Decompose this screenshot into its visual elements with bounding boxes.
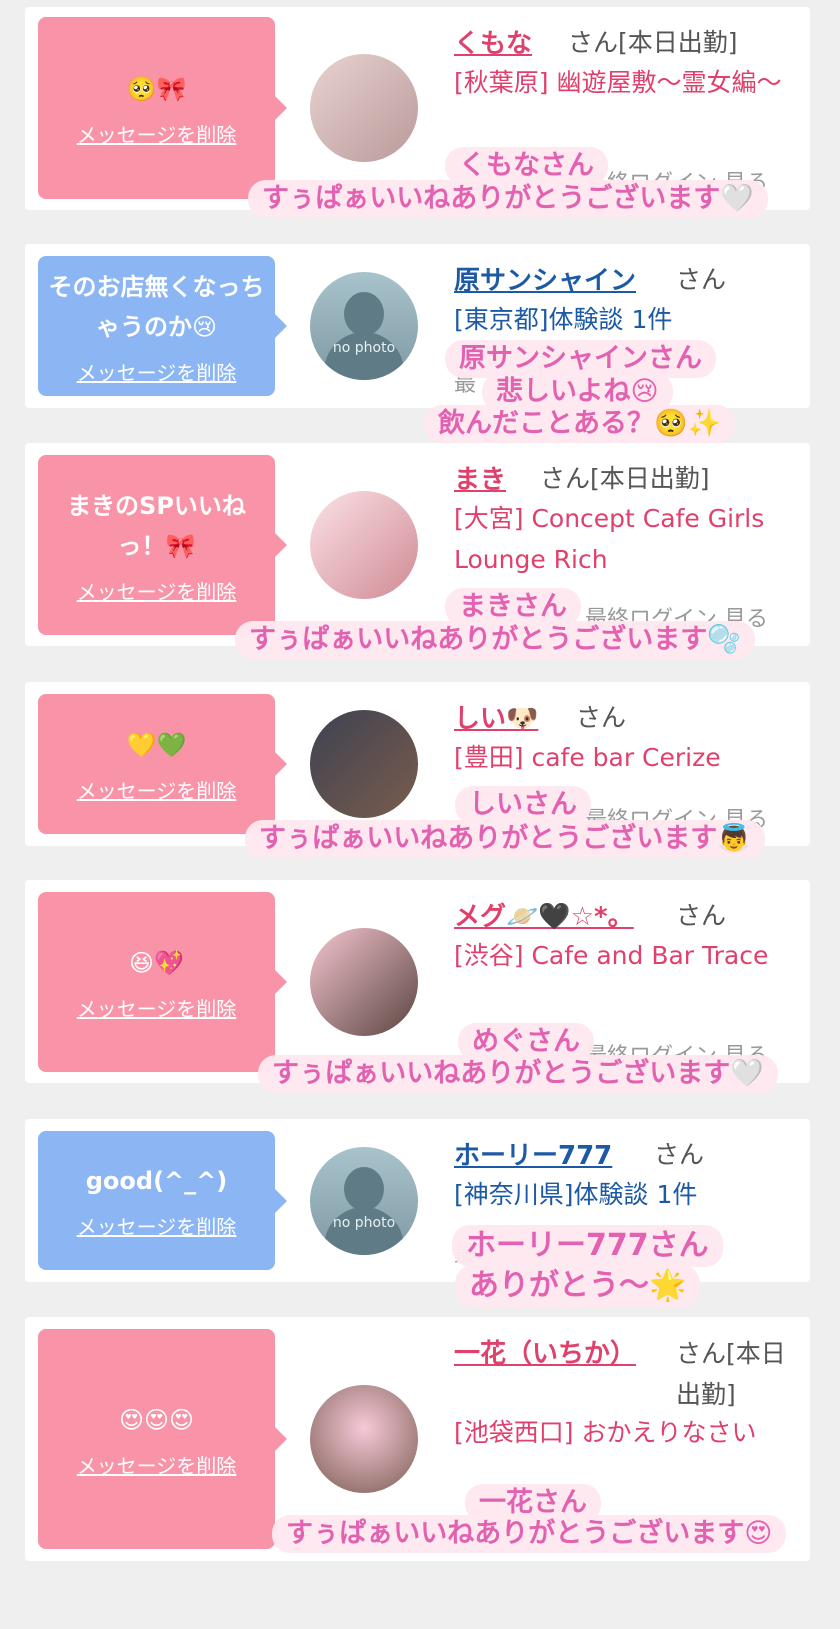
caption-line: すぅぱぁいいねありがとうございます🫧	[235, 621, 755, 659]
shop-info: [渋谷] Cafe and Bar Trace	[454, 941, 769, 970]
message-text: そのお店無くなっちゃうのか😢	[48, 272, 265, 341]
user-name-link[interactable]: メグ🪐🖤☆*。	[454, 896, 634, 933]
message-text: good(^_^)	[85, 1167, 228, 1195]
message-bubble: 😍😍😍 メッセージを削除	[38, 1329, 287, 1549]
shop-info: [東京都]体験談 1件	[454, 305, 673, 334]
no-photo-label: no photo	[332, 340, 396, 356]
delete-message-link[interactable]: メッセージを削除	[77, 993, 237, 1022]
avatar[interactable]	[310, 1385, 418, 1493]
avatar[interactable]	[310, 928, 418, 1036]
user-name-link[interactable]: しい🐶	[454, 698, 538, 735]
message-bubble: 💛💚 メッセージを削除	[38, 694, 287, 834]
user-suffix: さん[本日出勤]	[540, 464, 710, 493]
caption-line: ホーリー777さん	[452, 1225, 723, 1267]
delete-message-link[interactable]: メッセージを削除	[77, 775, 237, 804]
user-name-link[interactable]: 原サンシャイン	[454, 260, 636, 297]
user-name-link[interactable]: 一花（いちか）	[454, 1333, 636, 1370]
delete-message-link[interactable]: メッセージを削除	[77, 576, 237, 605]
avatar[interactable]: no photo	[310, 1147, 418, 1255]
message-bubble: そのお店無くなっちゃうのか😢 メッセージを削除	[38, 256, 287, 396]
user-name-link[interactable]: ホーリー777	[454, 1135, 612, 1172]
message-text: 💛💚	[126, 730, 187, 759]
user-suffix: さん	[676, 265, 727, 294]
placeholder-head	[344, 292, 384, 336]
message-text: まきのSPいいねっ！🎀	[67, 491, 246, 560]
avatar[interactable]	[310, 54, 418, 162]
message-bubble: good(^_^) メッセージを削除	[38, 1131, 287, 1270]
avatar[interactable]	[310, 710, 418, 818]
message-bubble: 😆💖 メッセージを削除	[38, 892, 287, 1072]
user-name-link[interactable]: くもな	[454, 23, 532, 60]
delete-message-link[interactable]: メッセージを削除	[77, 357, 237, 386]
user-suffix: さん	[654, 1140, 705, 1169]
caption-line: すぅぱぁいいねありがとうございます🤍	[248, 180, 768, 218]
caption-line: すぅぱぁいいねありがとうございます🤍	[258, 1055, 778, 1093]
message-text: 🥺🎀	[126, 74, 187, 103]
avatar[interactable]: no photo	[310, 272, 418, 380]
caption-line: 飲んだことある？🥺✨	[424, 405, 736, 443]
user-suffix: さん[本日出勤]	[676, 1339, 786, 1409]
user-suffix: さん	[576, 703, 627, 732]
shop-info: [大宮] Concept Cafe Girls Lounge Rich	[454, 504, 765, 574]
delete-message-link[interactable]: メッセージを削除	[77, 119, 237, 148]
shop-info: [池袋西口] おかえりなさい	[454, 1418, 757, 1447]
message-card: 😆💖 メッセージを削除 メグ🪐🖤☆*。 さん [渋谷] Cafe and Bar…	[25, 880, 810, 1083]
delete-message-link[interactable]: メッセージを削除	[77, 1450, 237, 1479]
message-text: 😆💖	[129, 948, 184, 977]
message-bubble: まきのSPいいねっ！🎀 メッセージを削除	[38, 455, 287, 635]
user-suffix: さん[本日出勤]	[568, 28, 738, 57]
shop-info: [秋葉原] 幽遊屋敷〜霊女編〜	[454, 68, 782, 97]
caption-line: すぅぱぁいいねありがとうございます😍	[272, 1515, 787, 1553]
message-card: そのお店無くなっちゃうのか😢 メッセージを削除 no photo 原サンシャイン…	[25, 244, 810, 408]
message-card: まきのSPいいねっ！🎀 メッセージを削除 まき さん[本日出勤] [大宮] Co…	[25, 443, 810, 646]
placeholder-head	[344, 1167, 384, 1211]
user-name-link[interactable]: まき	[454, 459, 506, 496]
caption-line: すぅぱぁいいねありがとうございます👼	[245, 820, 765, 858]
avatar[interactable]	[310, 491, 418, 599]
message-bubble: 🥺🎀 メッセージを削除	[38, 17, 287, 199]
shop-info: [豊田] cafe bar Cerize	[454, 743, 721, 772]
user-suffix: さん	[676, 901, 727, 930]
message-text: 😍😍😍	[118, 1405, 195, 1434]
caption-line: ありがとう〜🌟	[455, 1265, 701, 1307]
delete-message-link[interactable]: メッセージを削除	[77, 1211, 237, 1240]
shop-info: [神奈川県]体験談 1件	[454, 1180, 698, 1209]
caption-line: しいさん	[455, 786, 591, 824]
no-photo-label: no photo	[332, 1215, 396, 1231]
